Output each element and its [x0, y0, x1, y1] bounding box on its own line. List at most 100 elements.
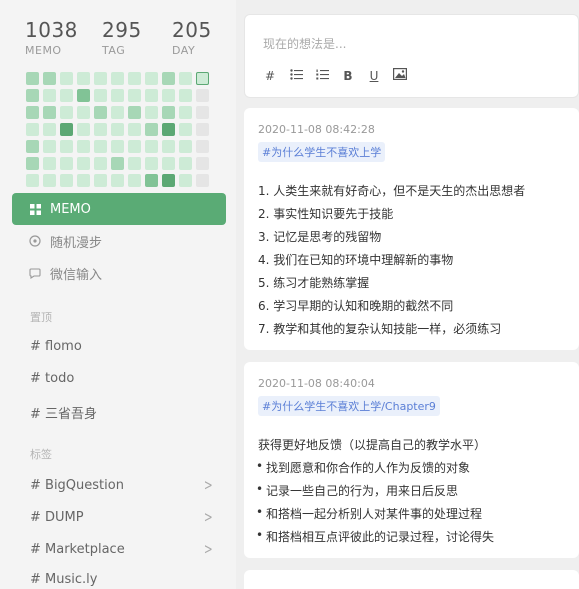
underline-button[interactable]: U: [367, 69, 381, 83]
heatmap-cell[interactable]: [111, 174, 124, 187]
pinned-item[interactable]: # flomo: [30, 339, 215, 354]
heatmap-cell[interactable]: [43, 106, 56, 119]
heatmap-cell[interactable]: [26, 174, 39, 187]
heatmap-cell[interactable]: [111, 89, 124, 102]
heatmap-cell[interactable]: [196, 174, 209, 187]
heatmap-cell[interactable]: [26, 106, 39, 119]
heatmap-cell[interactable]: [94, 157, 107, 170]
heatmap-cell[interactable]: [26, 140, 39, 153]
heatmap-cell[interactable]: [60, 157, 73, 170]
heatmap-cell[interactable]: [145, 72, 158, 85]
heatmap-cell[interactable]: [77, 72, 90, 85]
heatmap-cell[interactable]: [162, 157, 175, 170]
tag-item[interactable]: # BigQuestion >: [30, 476, 215, 494]
heatmap-cell[interactable]: [162, 140, 175, 153]
heatmap-cell[interactable]: [128, 89, 141, 102]
heatmap-cell[interactable]: [94, 89, 107, 102]
heatmap-cell[interactable]: [179, 106, 192, 119]
heatmap-cell[interactable]: [26, 72, 39, 85]
heatmap-cell[interactable]: [60, 123, 73, 136]
heatmap-cell[interactable]: [179, 140, 192, 153]
heatmap-cell[interactable]: [128, 157, 141, 170]
heatmap-cell[interactable]: [162, 123, 175, 136]
heatmap-cell[interactable]: [60, 89, 73, 102]
heatmap-cell[interactable]: [111, 157, 124, 170]
heatmap-cell[interactable]: [60, 106, 73, 119]
memo-card[interactable]: [244, 570, 579, 589]
heatmap-cell[interactable]: [77, 140, 90, 153]
memo-card[interactable]: 2020-11-08 08:42:28 #为什么学生不喜欢上学 1. 人类生来就…: [244, 108, 579, 350]
heatmap-cell[interactable]: [60, 140, 73, 153]
heatmap-cell[interactable]: [77, 174, 90, 187]
numbered-list-icon[interactable]: [315, 69, 329, 83]
bold-button[interactable]: B: [341, 69, 355, 83]
heatmap-cell[interactable]: [111, 72, 124, 85]
memo-topic-tag[interactable]: #为什么学生不喜欢上学: [258, 142, 386, 162]
memo-editor[interactable]: 现在的想法是... # B U: [244, 14, 579, 98]
heatmap-cell[interactable]: [94, 106, 107, 119]
heatmap-cell[interactable]: [94, 174, 107, 187]
nav-random-walk[interactable]: 随机漫步: [12, 225, 226, 257]
heatmap-cell[interactable]: [179, 89, 192, 102]
editor-placeholder[interactable]: 现在的想法是...: [263, 35, 346, 52]
nav-wechat-input[interactable]: 微信输入: [12, 257, 226, 289]
bulleted-list-icon[interactable]: [289, 68, 303, 83]
heatmap-cell[interactable]: [60, 72, 73, 85]
memo-card[interactable]: 2020-11-08 08:40:04 #为什么学生不喜欢上学/Chapter9…: [244, 362, 579, 558]
heatmap-cell[interactable]: [145, 157, 158, 170]
heatmap-cell[interactable]: [162, 89, 175, 102]
heatmap-cell[interactable]: [94, 123, 107, 136]
heatmap-cell[interactable]: [77, 157, 90, 170]
pinned-item[interactable]: # 三省吾身: [30, 403, 215, 422]
heatmap-cell[interactable]: [128, 72, 141, 85]
heatmap-cell[interactable]: [77, 106, 90, 119]
heatmap-cell[interactable]: [196, 157, 209, 170]
heatmap-cell[interactable]: [145, 123, 158, 136]
heatmap-cell[interactable]: [43, 174, 56, 187]
heatmap-cell[interactable]: [43, 140, 56, 153]
heatmap-cell[interactable]: [196, 123, 209, 136]
heatmap-cell[interactable]: [162, 106, 175, 119]
heatmap-cell[interactable]: [43, 157, 56, 170]
heatmap-cell[interactable]: [196, 89, 209, 102]
heatmap-cell[interactable]: [77, 89, 90, 102]
heatmap-cell[interactable]: [128, 174, 141, 187]
heatmap-cell[interactable]: [43, 89, 56, 102]
heatmap-cell[interactable]: [111, 140, 124, 153]
heatmap-cell[interactable]: [179, 123, 192, 136]
tag-item[interactable]: # DUMP >: [30, 508, 215, 526]
tag-item[interactable]: # Marketplace >: [30, 540, 215, 558]
heatmap-cell[interactable]: [196, 72, 209, 85]
heatmap-cell[interactable]: [145, 174, 158, 187]
heatmap-cell[interactable]: [179, 72, 192, 85]
heatmap-cell[interactable]: [128, 106, 141, 119]
heatmap-cell[interactable]: [77, 123, 90, 136]
heatmap-cell[interactable]: [162, 174, 175, 187]
heatmap-cell[interactable]: [179, 157, 192, 170]
chevron-right-icon[interactable]: >: [204, 508, 213, 526]
heatmap-cell[interactable]: [26, 89, 39, 102]
heatmap-cell[interactable]: [196, 140, 209, 153]
heatmap-cell[interactable]: [43, 123, 56, 136]
nav-memo[interactable]: MEMO: [12, 193, 226, 225]
hashtag-button[interactable]: #: [263, 69, 277, 83]
heatmap-cell[interactable]: [179, 174, 192, 187]
heatmap-cell[interactable]: [145, 140, 158, 153]
pinned-item[interactable]: # todo: [30, 371, 215, 386]
heatmap-cell[interactable]: [145, 106, 158, 119]
heatmap-cell[interactable]: [26, 123, 39, 136]
heatmap-cell[interactable]: [94, 140, 107, 153]
heatmap-cell[interactable]: [128, 140, 141, 153]
heatmap-cell[interactable]: [111, 106, 124, 119]
heatmap-cell[interactable]: [128, 123, 141, 136]
heatmap-cell[interactable]: [162, 72, 175, 85]
chevron-right-icon[interactable]: >: [204, 540, 213, 558]
heatmap-cell[interactable]: [26, 157, 39, 170]
heatmap-cell[interactable]: [43, 72, 56, 85]
heatmap-cell[interactable]: [94, 72, 107, 85]
heatmap-cell[interactable]: [111, 123, 124, 136]
heatmap-cell[interactable]: [196, 106, 209, 119]
heatmap-cell[interactable]: [145, 89, 158, 102]
chevron-right-icon[interactable]: >: [204, 476, 213, 494]
memo-topic-tag[interactable]: #为什么学生不喜欢上学/Chapter9: [258, 396, 440, 416]
